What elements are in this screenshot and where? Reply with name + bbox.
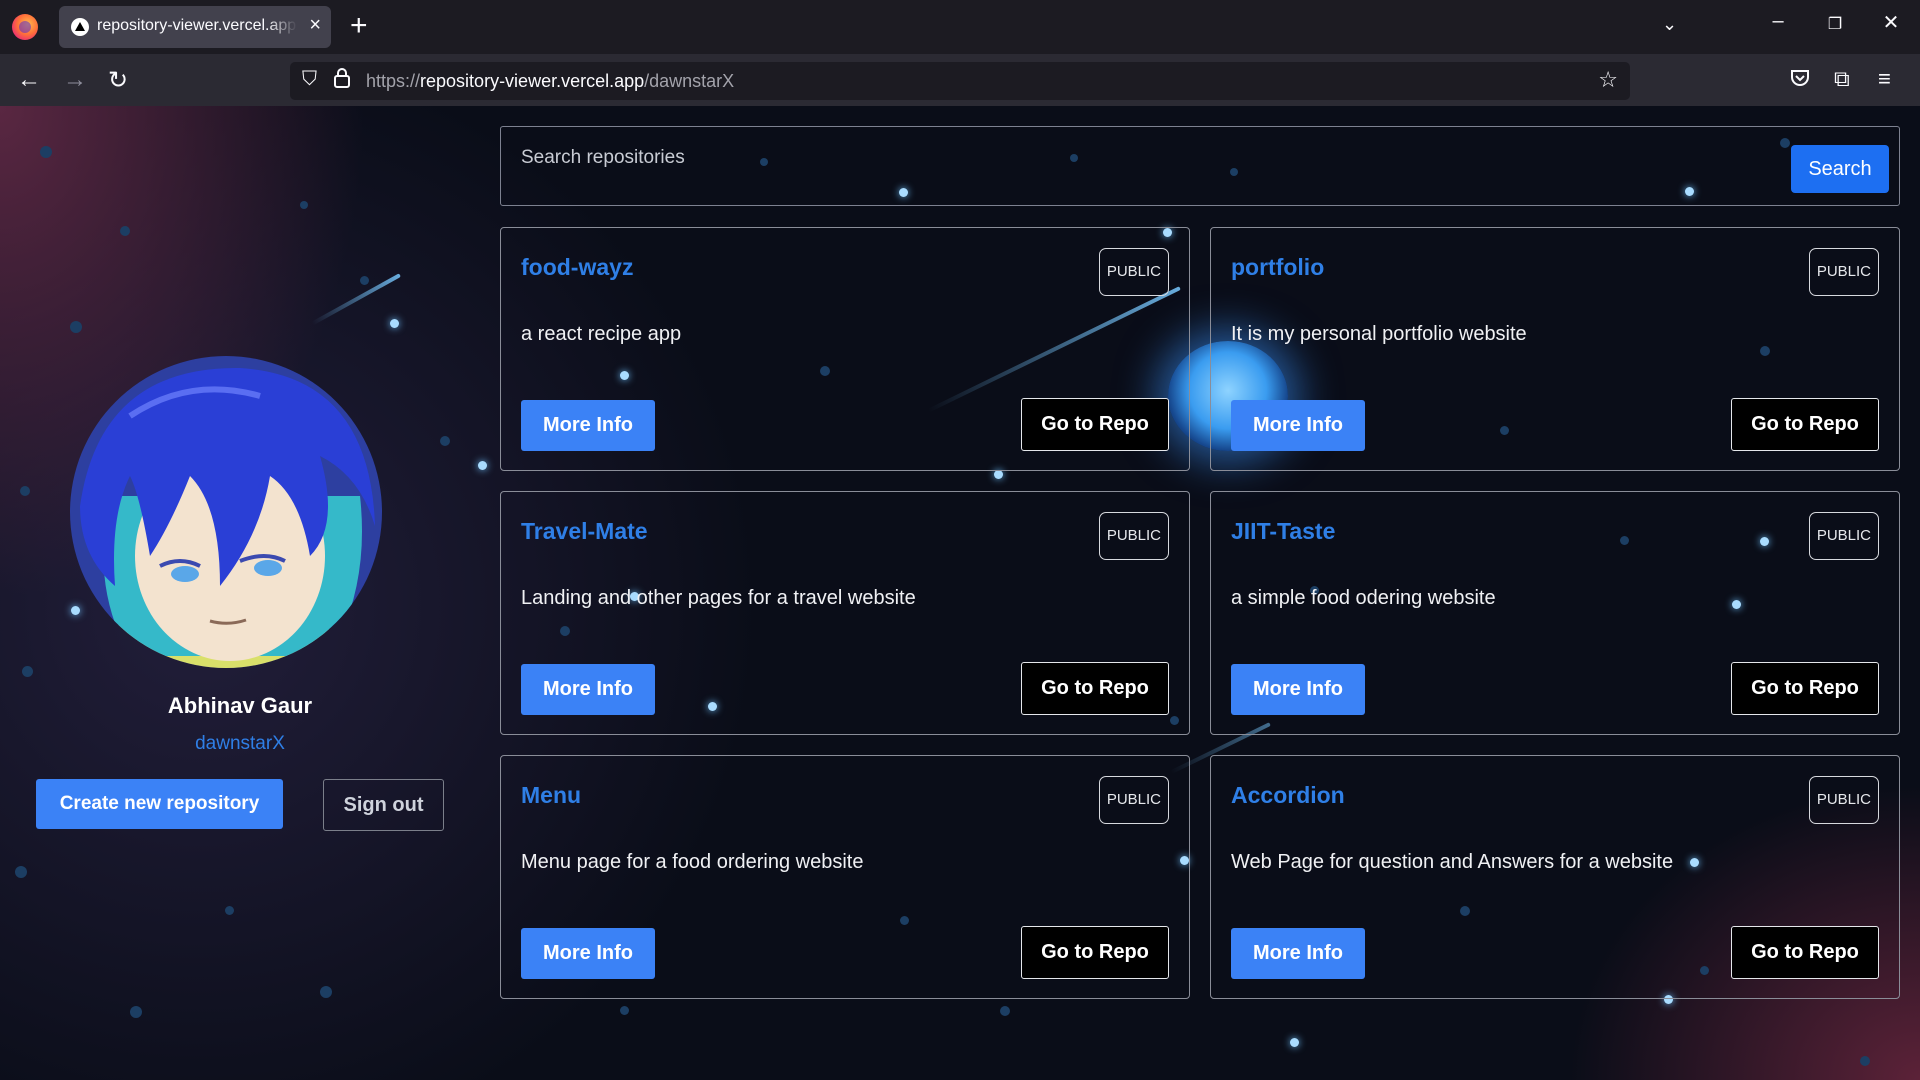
repo-description: It is my personal portfolio website xyxy=(1231,323,1527,345)
repo-card: food-wayz PUBLIC a react recipe app More… xyxy=(500,227,1190,471)
tab-title: repository-viewer.vercel.app/dawnstarX xyxy=(97,17,297,34)
search-button[interactable]: Search xyxy=(1791,145,1889,193)
repo-card: JIIT-Taste PUBLIC a simple food odering … xyxy=(1210,491,1900,735)
repository-viewer-page: Abhinav Gaur dawnstarX Create new reposi… xyxy=(0,106,1920,1080)
browser-tab-active[interactable]: repository-viewer.vercel.app/dawnstarX × xyxy=(59,6,331,48)
repo-name-link[interactable]: portfolio xyxy=(1231,254,1324,281)
repo-name-link[interactable]: JIIT-Taste xyxy=(1231,518,1335,545)
more-info-button[interactable]: More Info xyxy=(521,400,655,451)
go-to-repo-button[interactable]: Go to Repo xyxy=(1021,398,1169,451)
visibility-badge: PUBLIC xyxy=(1808,248,1879,296)
url-text[interactable]: https://repository-viewer.vercel.app/daw… xyxy=(366,71,734,92)
repo-name-link[interactable]: Accordion xyxy=(1231,782,1345,809)
navigation-toolbar: ← → ↻ ⛉ https://repository-viewer.vercel… xyxy=(0,54,1920,106)
avatar xyxy=(70,356,382,668)
firefox-icon[interactable] xyxy=(12,14,38,40)
repo-description: a simple food odering website xyxy=(1231,587,1496,609)
tab-bar: repository-viewer.vercel.app/dawnstarX ×… xyxy=(0,0,1920,54)
repo-card: Travel-Mate PUBLIC Landing and other pag… xyxy=(500,491,1190,735)
repo-description: Web Page for question and Answers for a … xyxy=(1231,851,1674,873)
go-to-repo-button[interactable]: Go to Repo xyxy=(1731,662,1879,715)
more-info-button[interactable]: More Info xyxy=(1231,664,1365,715)
visibility-badge: PUBLIC xyxy=(1098,512,1169,560)
menu-icon[interactable]: ≡ xyxy=(1878,66,1891,92)
more-info-button[interactable]: More Info xyxy=(1231,928,1365,979)
repo-card: Menu PUBLIC Menu page for a food orderin… xyxy=(500,755,1190,999)
lock-icon[interactable] xyxy=(334,68,350,93)
close-icon[interactable]: × xyxy=(309,14,321,37)
create-repository-button[interactable]: Create new repository xyxy=(36,779,283,829)
search-input[interactable] xyxy=(521,143,1521,173)
profile-name: Abhinav Gaur xyxy=(167,693,313,718)
restore-icon[interactable]: ❐ xyxy=(1815,14,1855,34)
address-bar[interactable]: ⛉ https://repository-viewer.vercel.app/d… xyxy=(290,62,1630,100)
go-to-repo-button[interactable]: Go to Repo xyxy=(1021,926,1169,979)
repo-name-link[interactable]: Travel-Mate xyxy=(521,518,648,545)
profile-username-link[interactable]: dawnstarX xyxy=(0,733,480,755)
repo-description: a react recipe app xyxy=(521,323,682,345)
visibility-badge: PUBLIC xyxy=(1808,512,1879,560)
repo-name-link[interactable]: Menu xyxy=(521,782,581,809)
repo-name-link[interactable]: food-wayz xyxy=(521,254,633,281)
sign-out-button[interactable]: Sign out xyxy=(323,779,444,831)
visibility-badge: PUBLIC xyxy=(1098,248,1169,296)
more-info-button[interactable]: More Info xyxy=(1231,400,1365,451)
visibility-badge: PUBLIC xyxy=(1808,776,1879,824)
bookmark-star-icon[interactable]: ☆ xyxy=(1598,67,1618,93)
repo-description: Landing and other pages for a travel web… xyxy=(521,587,916,609)
go-to-repo-button[interactable]: Go to Repo xyxy=(1021,662,1169,715)
forward-icon[interactable]: → xyxy=(63,66,87,94)
shield-icon[interactable]: ⛉ xyxy=(302,68,317,91)
window-close-icon[interactable]: ✕ xyxy=(1871,10,1911,35)
search-bar: Search xyxy=(500,126,1900,206)
more-info-button[interactable]: More Info xyxy=(521,928,655,979)
extensions-icon[interactable]: ⧉ xyxy=(1834,66,1850,92)
more-info-button[interactable]: More Info xyxy=(521,664,655,715)
repo-card: portfolio PUBLIC It is my personal portf… xyxy=(1210,227,1900,471)
visibility-badge: PUBLIC xyxy=(1098,776,1169,824)
repo-card: Accordion PUBLIC Web Page for question a… xyxy=(1210,755,1900,999)
repo-description: Menu page for a food ordering website xyxy=(521,851,864,873)
go-to-repo-button[interactable]: Go to Repo xyxy=(1731,926,1879,979)
go-to-repo-button[interactable]: Go to Repo xyxy=(1731,398,1879,451)
pocket-icon[interactable] xyxy=(1790,68,1810,94)
vercel-favicon-icon xyxy=(71,18,89,36)
list-all-tabs-icon[interactable]: ⌄ xyxy=(1662,14,1677,35)
new-tab-button[interactable]: + xyxy=(350,9,368,43)
back-icon[interactable]: ← xyxy=(17,66,41,94)
reload-icon[interactable]: ↻ xyxy=(108,66,128,95)
minimize-icon[interactable]: – xyxy=(1758,10,1798,33)
